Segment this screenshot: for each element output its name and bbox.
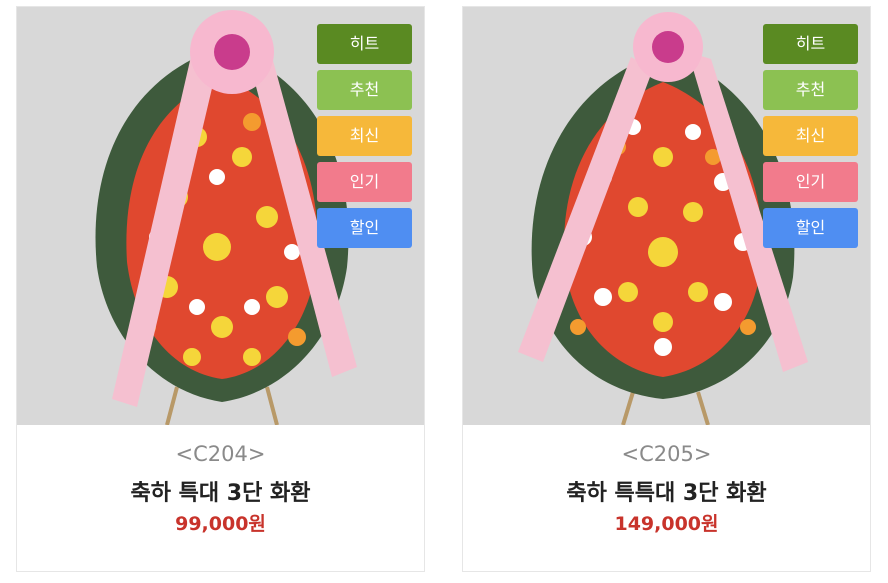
badge-hit[interactable]: 히트	[763, 24, 858, 64]
badge-new[interactable]: 최신	[763, 116, 858, 156]
product-name[interactable]: 축하 특특대 3단 화환	[463, 475, 870, 507]
product-card[interactable]: 히트 추천 최신 인기 할인 <C204> 축하 특대 3단 화환 99,000…	[16, 6, 425, 572]
badge-new[interactable]: 최신	[317, 116, 412, 156]
badge-sale[interactable]: 할인	[763, 208, 858, 248]
product-code: <C204>	[175, 442, 266, 466]
product-code: <C205>	[621, 442, 712, 466]
product-price: 149,000원	[614, 513, 719, 535]
product-image[interactable]: 히트 추천 최신 인기 할인	[463, 7, 870, 425]
badge-sale[interactable]: 할인	[317, 208, 412, 248]
badge-group: 히트 추천 최신 인기 할인	[763, 24, 858, 254]
badge-recommend[interactable]: 추천	[317, 70, 412, 110]
product-card[interactable]: 히트 추천 최신 인기 할인 <C205> 축하 특특대 3단 화환 149,0…	[462, 6, 871, 572]
badge-recommend[interactable]: 추천	[763, 70, 858, 110]
product-info: <C205> 축하 특특대 3단 화환 149,000원	[463, 425, 870, 571]
product-price: 99,000원	[175, 513, 266, 535]
badge-popular[interactable]: 인기	[763, 162, 858, 202]
badge-popular[interactable]: 인기	[317, 162, 412, 202]
product-name[interactable]: 축하 특대 3단 화환	[17, 475, 424, 507]
product-image[interactable]: 히트 추천 최신 인기 할인	[17, 7, 424, 425]
badge-group: 히트 추천 최신 인기 할인	[317, 24, 412, 254]
product-info: <C204> 축하 특대 3단 화환 99,000원	[17, 425, 424, 571]
badge-hit[interactable]: 히트	[317, 24, 412, 64]
